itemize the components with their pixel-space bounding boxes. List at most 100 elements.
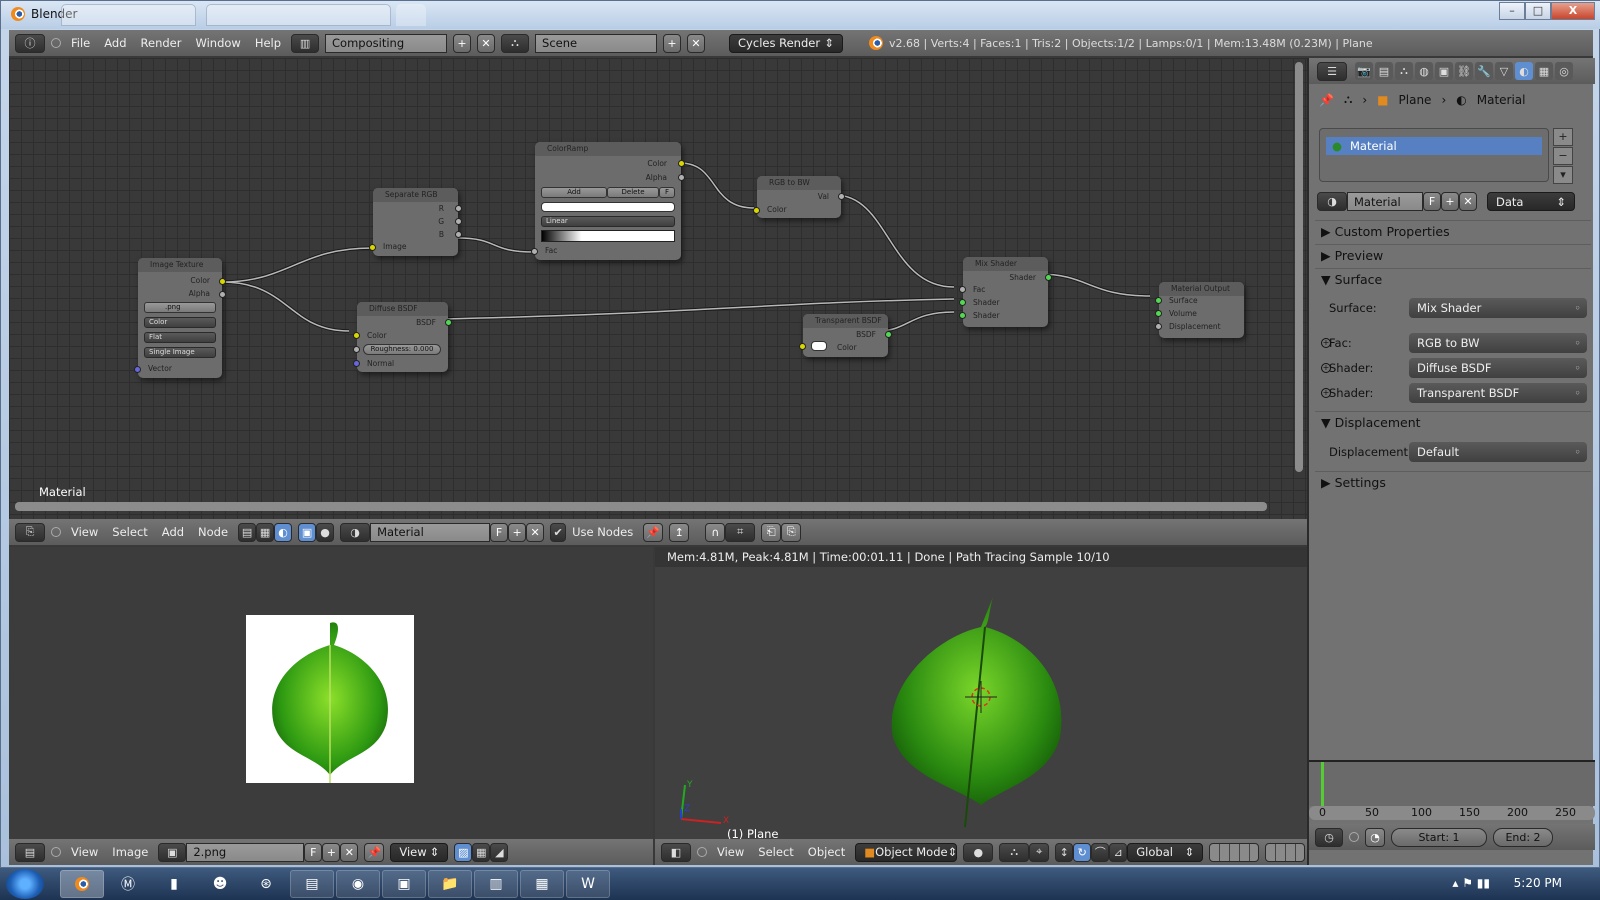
editor-type-image-button[interactable]: ▤ [15, 842, 45, 862]
taskbar-app[interactable]: ▤ [290, 870, 334, 898]
menu-render[interactable]: Render [137, 36, 186, 50]
socket-fac-in[interactable] [959, 286, 966, 293]
socket-volume-in[interactable] [1155, 310, 1162, 317]
use-nodes-checkbox[interactable]: ✔ [550, 522, 567, 542]
panel-surface[interactable]: ▼ Surface [1315, 268, 1591, 290]
3d-viewport[interactable]: Mem:4.81M, Peak:4.81M | Time:00:01.11 | … [655, 547, 1307, 865]
scale-manipulator-icon[interactable]: ⌒ [1091, 842, 1110, 862]
auto-keyframe-icon[interactable]: ◔ [1365, 827, 1385, 847]
menu-view[interactable]: View [67, 845, 102, 859]
vertical-scrollbar[interactable] [1295, 62, 1303, 472]
colorramp-gradient[interactable] [541, 230, 675, 242]
image-browse-icon[interactable]: ▣ [158, 842, 187, 862]
scene-icon[interactable]: ⛬ [501, 33, 530, 53]
displacement-select[interactable]: Default [1409, 442, 1587, 462]
timeline-editor[interactable]: 0 50 100 150 200 250 ◷ ◔ Start: 1 End: 2 [1307, 758, 1595, 865]
collapse-menu-icon[interactable] [1349, 832, 1359, 842]
roughness-slider[interactable]: Roughness: 0.000 [363, 344, 441, 355]
unlink-image-button[interactable]: ✕ [340, 842, 359, 862]
fac-select[interactable]: RGB to BW [1409, 333, 1587, 353]
taskbar-chrome[interactable]: ◉ [336, 870, 380, 898]
color-space-select[interactable]: Color [144, 317, 216, 328]
socket-vector-in[interactable] [134, 366, 141, 373]
colorramp-flip-button[interactable]: F [659, 187, 675, 198]
texture-tab-icon[interactable]: ▦ [1535, 62, 1553, 80]
unlink-material-button[interactable]: ✕ [526, 522, 545, 542]
copy-nodes-icon[interactable]: ⎗ [761, 522, 782, 542]
image-browse-field[interactable]: .png [144, 302, 216, 313]
panel-settings[interactable]: ▶ Settings [1315, 471, 1591, 493]
material-browse-icon[interactable]: ◑ [340, 522, 371, 542]
node-mix-shader[interactable]: Mix Shader Shader Fac Shader Shader [959, 257, 1052, 327]
add-slot-button[interactable]: + [1553, 128, 1573, 146]
screen-layout-icon[interactable]: ▥ [291, 33, 320, 53]
panel-preview[interactable]: ▶ Preview [1315, 244, 1591, 266]
interpolation-select[interactable]: Linear [541, 216, 675, 227]
link-mode-select[interactable]: Data ⇕ [1487, 192, 1575, 211]
node-title[interactable]: Image Texture [138, 258, 222, 272]
draw-alpha-icon[interactable]: ▦ [472, 842, 491, 862]
taskbar-winrar[interactable]: ▦ [520, 870, 564, 898]
shader-nodes-icon[interactable]: ◐ [274, 522, 293, 542]
collapse-menu-icon[interactable] [51, 38, 61, 48]
render-engine-select[interactable]: Cycles Render ⇕ [729, 33, 844, 53]
material-datablock-field[interactable]: Material [1347, 192, 1423, 211]
add-screen-button[interactable]: + [453, 33, 472, 53]
surface-select[interactable]: Mix Shader [1409, 298, 1587, 318]
collapse-menu-icon[interactable] [697, 847, 707, 857]
current-frame-marker[interactable] [1321, 762, 1324, 806]
expand-input-icon[interactable]: + [1321, 363, 1331, 373]
transform-icon[interactable]: ⊿ [1109, 842, 1128, 862]
taskbar-app[interactable]: ☻ [198, 870, 242, 898]
socket-shader2-in[interactable] [959, 312, 966, 319]
snap-icon[interactable]: ∩ [705, 522, 726, 542]
editor-type-properties-button[interactable]: ☰ [1317, 61, 1347, 81]
material-browse-icon[interactable]: ◑ [1317, 192, 1347, 211]
pin-icon[interactable]: 📌 [364, 842, 385, 862]
color-swatch[interactable] [811, 341, 827, 351]
socket-shader-out[interactable] [1045, 274, 1052, 281]
unlink-material-button[interactable]: ✕ [1459, 192, 1477, 211]
panel-displacement[interactable]: ▼ Displacement [1315, 411, 1591, 433]
menu-select[interactable]: Select [754, 845, 797, 859]
maximize-button[interactable]: □ [1525, 2, 1551, 20]
new-image-button[interactable]: + [322, 842, 341, 862]
transform-orientation-select[interactable]: Global ⇕ [1127, 842, 1204, 862]
taskbar-notepad[interactable]: ▥ [474, 870, 518, 898]
node-title[interactable]: Mix Shader [963, 257, 1048, 271]
socket-g-out[interactable] [455, 218, 462, 225]
menu-window[interactable]: Window [191, 36, 244, 50]
data-tab-icon[interactable]: ▽ [1495, 62, 1513, 80]
panel-custom-properties[interactable]: ▶ Custom Properties [1315, 220, 1591, 242]
screen-layout-field[interactable]: Compositing [325, 33, 448, 53]
menu-object[interactable]: Object [804, 845, 849, 859]
scene-field[interactable]: Scene [535, 33, 658, 53]
socket-shader1-in[interactable] [959, 299, 966, 306]
world-shader-icon[interactable]: ● [316, 522, 335, 542]
remove-scene-button[interactable]: ✕ [687, 33, 706, 53]
colorramp-active-color[interactable] [541, 202, 675, 212]
menu-add[interactable]: Add [158, 525, 188, 539]
menu-image[interactable]: Image [108, 845, 152, 859]
browser-tab-blurred[interactable] [206, 4, 391, 26]
minimize-button[interactable]: – [1499, 2, 1525, 20]
socket-image-in[interactable] [369, 244, 376, 251]
draw-rgb-alpha-icon[interactable]: ▨ [454, 842, 473, 862]
socket-color-in[interactable] [353, 332, 360, 339]
collapse-menu-icon[interactable] [51, 847, 61, 857]
constraints-tab-icon[interactable]: ⛓ [1455, 62, 1473, 80]
texture-nodes-icon[interactable]: ▦ [256, 522, 275, 542]
physics-tab-icon[interactable]: ◎ [1555, 62, 1573, 80]
timeline-area[interactable] [1309, 760, 1595, 806]
new-tab-button[interactable] [396, 4, 426, 26]
taskbar-app[interactable]: ▮ [152, 870, 196, 898]
socket-val-out[interactable] [838, 193, 845, 200]
menu-add[interactable]: Add [100, 36, 130, 50]
menu-help[interactable]: Help [251, 36, 285, 50]
editor-type-info-button[interactable]: ⓘ [15, 33, 45, 53]
manipulator-toggle[interactable]: ⌖ [1029, 842, 1050, 862]
slot-specials-button[interactable]: ▾ [1553, 166, 1573, 184]
socket-normal-in[interactable] [353, 360, 360, 367]
pivot-point-select[interactable]: ⛬ [999, 842, 1030, 862]
colorramp-add-button[interactable]: Add [541, 187, 607, 198]
